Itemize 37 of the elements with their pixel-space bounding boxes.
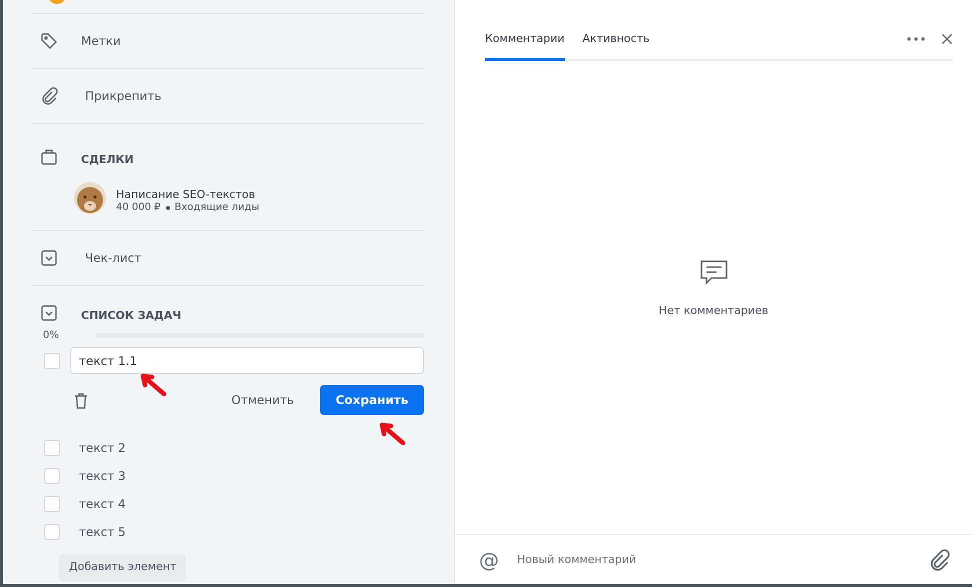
section-title: СПИСОК ЗАДАЧ <box>81 309 182 322</box>
mention-icon[interactable]: @ <box>477 548 501 572</box>
paperclip-icon <box>40 87 58 105</box>
progress-percent: 0% <box>43 330 59 341</box>
briefcase-icon <box>40 148 58 166</box>
checkbox[interactable] <box>44 352 60 368</box>
checklist-icon <box>40 249 58 267</box>
task-label: текст 4 <box>79 497 126 511</box>
task-label: текст 3 <box>79 469 126 483</box>
cancel-button[interactable]: Отменить <box>225 392 300 408</box>
trash-icon[interactable] <box>74 392 88 408</box>
deal-title[interactable]: Написание SEO-текстов <box>116 188 256 201</box>
separator-dot <box>166 206 170 210</box>
section-label[interactable]: Прикрепить <box>85 89 162 103</box>
task-label: текст 2 <box>79 441 126 455</box>
tag-icon <box>40 32 58 50</box>
section-title: СДЕЛКИ <box>81 153 134 166</box>
avatar-icon <box>48 0 66 4</box>
deal-stage: Входящие лиды <box>174 202 260 213</box>
task-input[interactable]: текст 1.1 <box>70 347 424 374</box>
section-label[interactable]: Чек-лист <box>85 251 142 265</box>
more-icon[interactable] <box>907 37 925 41</box>
checkbox[interactable] <box>44 524 60 540</box>
paperclip-icon[interactable] <box>928 548 950 570</box>
add-item-button[interactable]: Добавить элемент <box>59 554 186 581</box>
checklist-icon <box>40 304 58 322</box>
checkbox[interactable] <box>44 440 60 456</box>
task-label: текст 5 <box>79 525 126 539</box>
tab[interactable]: Активность <box>582 19 650 61</box>
close-icon[interactable] <box>941 33 953 45</box>
checkbox[interactable] <box>44 468 60 484</box>
save-button[interactable]: Сохранить <box>320 385 424 415</box>
tab[interactable]: Комментарии <box>485 19 565 61</box>
empty-message: Нет комментариев <box>658 304 768 317</box>
section-label[interactable]: Метки <box>81 34 121 48</box>
deal-amount: 40 000 ₽ <box>116 202 161 213</box>
checkbox[interactable] <box>44 496 60 512</box>
